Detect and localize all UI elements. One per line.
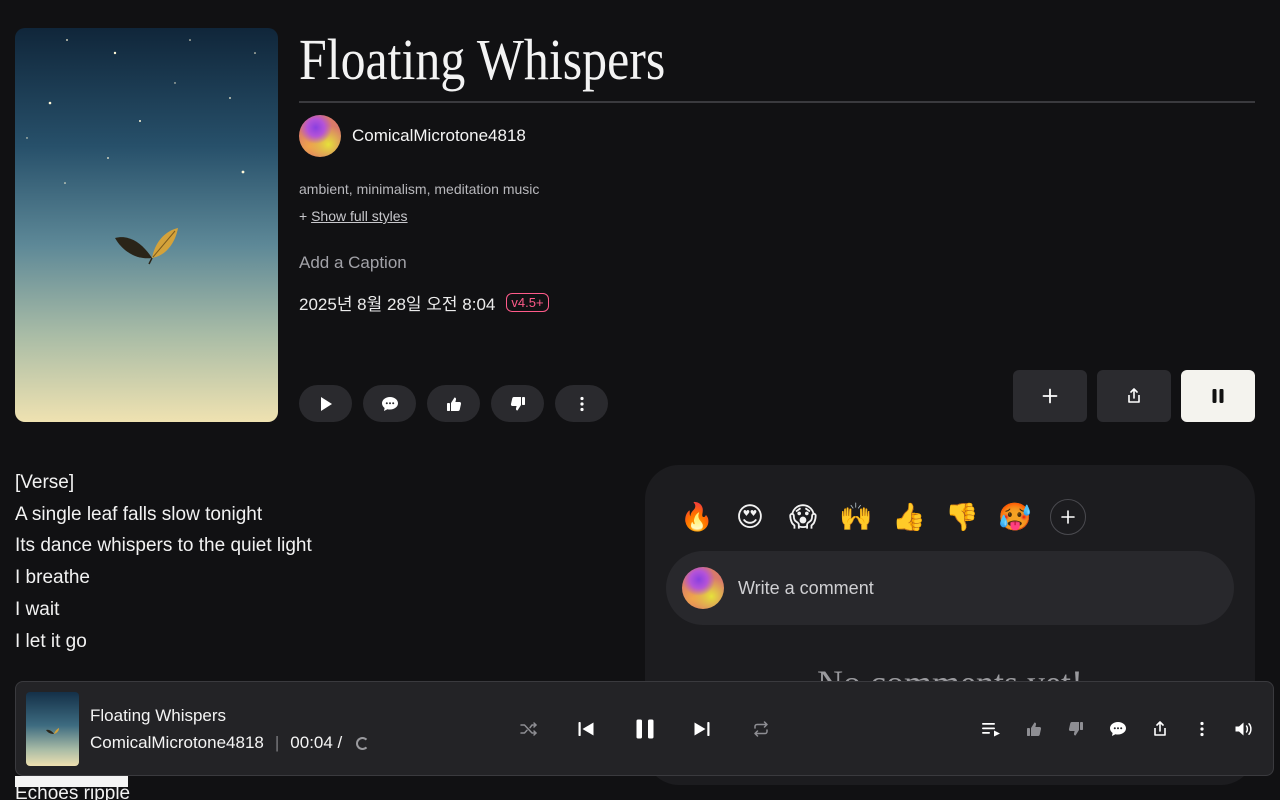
player-pause-button[interactable] bbox=[628, 712, 662, 746]
reaction-raised-hands[interactable]: 🙌 bbox=[839, 498, 873, 536]
title-divider bbox=[299, 101, 1255, 103]
reaction-bar: 🔥 😍 😱 🙌 👍 👎 🥵 bbox=[680, 498, 1086, 536]
more-vertical-icon bbox=[1200, 721, 1204, 737]
comment-button[interactable] bbox=[363, 385, 416, 422]
like-button[interactable] bbox=[427, 385, 480, 422]
reaction-hot-face[interactable]: 🥵 bbox=[998, 498, 1032, 536]
add-to-playlist-button[interactable] bbox=[1013, 370, 1087, 422]
loading-spinner-icon bbox=[356, 736, 370, 750]
play-button[interactable] bbox=[299, 385, 352, 422]
share-button[interactable] bbox=[1097, 370, 1171, 422]
player-artist[interactable]: ComicalMicrotone4818 bbox=[90, 733, 264, 753]
pause-icon bbox=[1212, 389, 1224, 403]
pause-icon bbox=[636, 719, 654, 739]
comment-icon bbox=[381, 396, 398, 411]
lyric-line: I wait bbox=[15, 598, 60, 620]
date-row: 2025년 8월 28일 오전 8:04 v4.5+ bbox=[299, 290, 549, 315]
user-avatar bbox=[682, 567, 724, 609]
reaction-thumbs-up[interactable]: 👍 bbox=[892, 498, 926, 536]
shuffle-icon bbox=[520, 722, 537, 736]
add-caption-field[interactable]: Add a Caption bbox=[299, 253, 407, 273]
cover-illustration bbox=[26, 39, 256, 265]
song-actions bbox=[299, 385, 608, 422]
repeat-icon bbox=[754, 721, 768, 737]
style-tags: ambient, minimalism, meditation music bbox=[299, 181, 540, 197]
reaction-thumbs-down[interactable]: 👎 bbox=[945, 498, 979, 536]
volume-button[interactable] bbox=[1231, 716, 1257, 742]
player-share-button[interactable] bbox=[1147, 716, 1173, 742]
player-dislike-button[interactable] bbox=[1063, 716, 1089, 742]
meta-separator: | bbox=[274, 733, 280, 752]
player-meta: ComicalMicrotone4818 | 00:04 / bbox=[90, 733, 370, 753]
lyric-line: I breathe bbox=[15, 567, 90, 589]
thumbs-down-icon bbox=[510, 396, 525, 410]
more-vertical-icon bbox=[579, 396, 584, 411]
add-reaction-button[interactable] bbox=[1050, 499, 1086, 535]
share-icon bbox=[1154, 721, 1166, 736]
show-full-styles-link[interactable]: Show full styles bbox=[311, 208, 407, 224]
player-more-button[interactable] bbox=[1189, 716, 1215, 742]
player-comment-button[interactable] bbox=[1105, 716, 1131, 742]
player-time: 00:04 / bbox=[290, 733, 343, 752]
reaction-scream[interactable]: 😱 bbox=[786, 498, 820, 536]
reaction-heart-eyes[interactable]: 😍 bbox=[733, 498, 767, 536]
play-icon bbox=[320, 396, 332, 411]
song-title: Floating Whispers bbox=[299, 27, 666, 92]
pause-button[interactable] bbox=[1181, 370, 1255, 422]
cover-art[interactable] bbox=[15, 28, 278, 422]
skip-forward-icon bbox=[694, 722, 710, 736]
more-options-button[interactable] bbox=[555, 385, 608, 422]
dislike-button[interactable] bbox=[491, 385, 544, 422]
lyric-line: A single leaf falls slow tonight bbox=[15, 503, 263, 525]
thumbs-up-icon bbox=[1027, 722, 1042, 736]
created-date: 2025년 8월 28일 오전 8:04 bbox=[299, 295, 496, 314]
volume-icon bbox=[1235, 722, 1252, 736]
model-version-badge: v4.5+ bbox=[506, 293, 549, 312]
previous-button[interactable] bbox=[574, 712, 598, 746]
lyrics: [Verse] A single leaf falls slow tonight… bbox=[15, 467, 312, 657]
next-button[interactable] bbox=[690, 712, 714, 746]
artist-name-link[interactable]: ComicalMicrotone4818 bbox=[352, 126, 526, 146]
comment-placeholder: Write a comment bbox=[738, 577, 874, 598]
player-cover-art[interactable] bbox=[26, 692, 79, 766]
show-full-styles: + Show full styles bbox=[299, 208, 408, 224]
player-song-title[interactable]: Floating Whispers bbox=[90, 706, 226, 726]
comment-input[interactable]: Write a comment bbox=[666, 551, 1234, 625]
cover-illustration bbox=[46, 728, 59, 734]
plus-icon bbox=[1042, 388, 1058, 404]
queue-button[interactable] bbox=[978, 716, 1004, 742]
reaction-fire[interactable]: 🔥 bbox=[680, 498, 714, 536]
progress-bar[interactable] bbox=[15, 776, 128, 787]
show-styles-prefix: + bbox=[299, 208, 312, 224]
plus-icon bbox=[1061, 510, 1075, 524]
lyric-line: [Verse] bbox=[15, 472, 75, 493]
shuffle-button[interactable] bbox=[518, 712, 540, 746]
comment-icon bbox=[1110, 722, 1126, 736]
thumbs-down-icon bbox=[1068, 722, 1083, 736]
skip-back-icon bbox=[578, 722, 594, 736]
lyric-line: I let it go bbox=[15, 630, 87, 652]
artist-avatar[interactable] bbox=[299, 115, 341, 157]
lyric-line: Its dance whispers to the quiet light bbox=[15, 535, 312, 557]
thumbs-up-icon bbox=[446, 397, 461, 411]
player-like-button[interactable] bbox=[1021, 716, 1047, 742]
repeat-button[interactable] bbox=[750, 712, 772, 746]
share-icon bbox=[1128, 388, 1140, 403]
queue-icon bbox=[982, 723, 1000, 737]
song-page: Floating Whispers ComicalMicrotone4818 a… bbox=[0, 0, 1280, 800]
